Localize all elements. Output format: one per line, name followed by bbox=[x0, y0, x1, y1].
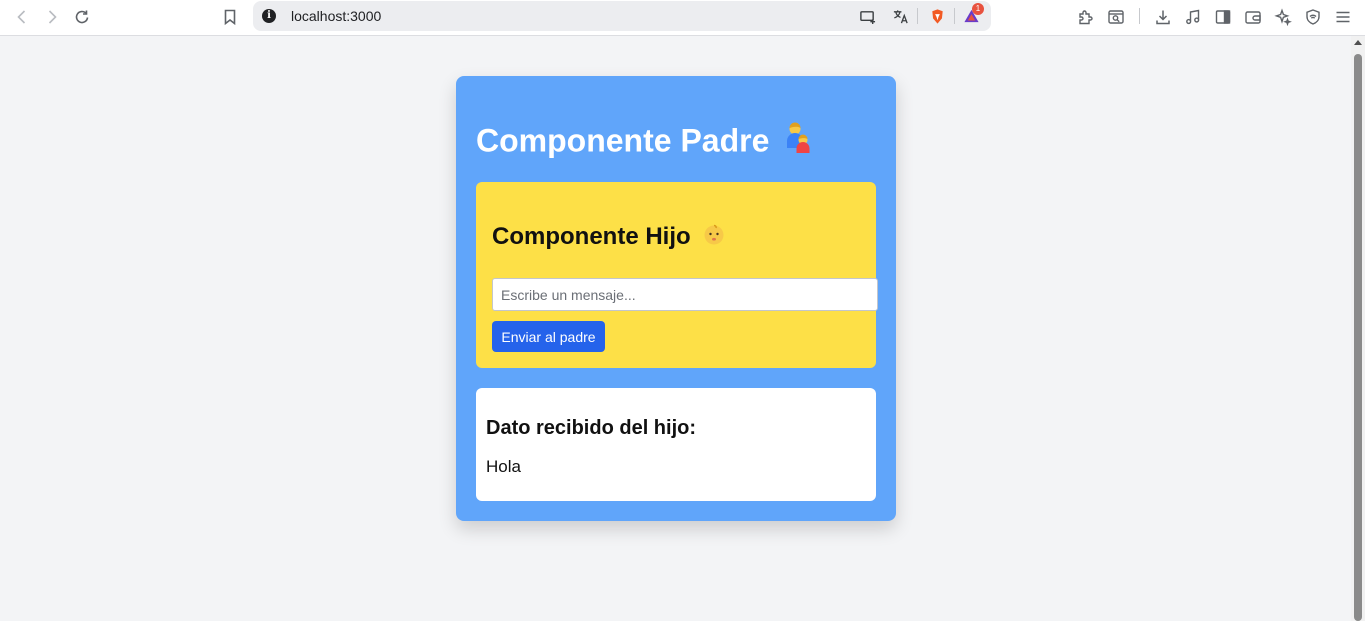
page-scrollbar[interactable] bbox=[1351, 36, 1365, 621]
received-data-panel: Dato recibido del hijo: Hola bbox=[476, 388, 876, 501]
wallet-icon[interactable] bbox=[1239, 3, 1267, 31]
leo-ai-icon[interactable] bbox=[1269, 3, 1297, 31]
sidebar-icon[interactable] bbox=[1209, 3, 1237, 31]
extensions-icon[interactable] bbox=[1072, 3, 1100, 31]
baby-emoji-icon bbox=[703, 222, 725, 253]
bookmark-icon[interactable] bbox=[216, 3, 244, 31]
tab-search-icon[interactable] bbox=[1102, 3, 1130, 31]
child-heading: Componente Hijo bbox=[492, 222, 725, 253]
site-info-icon[interactable]: i bbox=[262, 9, 276, 23]
received-data-value: Hola bbox=[486, 457, 521, 476]
family-emoji-icon bbox=[784, 122, 812, 164]
translate-icon[interactable] bbox=[889, 5, 911, 27]
url-text[interactable]: localhost:3000 bbox=[291, 8, 381, 24]
cast-icon[interactable] bbox=[856, 5, 878, 27]
forward-icon[interactable] bbox=[38, 3, 66, 31]
scroll-up-arrow-icon[interactable] bbox=[1354, 40, 1362, 45]
brave-rewards-icon[interactable]: 1 bbox=[960, 3, 984, 27]
vpn-icon[interactable] bbox=[1299, 3, 1327, 31]
child-title-text: Componente Hijo bbox=[492, 222, 691, 250]
media-icon[interactable] bbox=[1179, 3, 1207, 31]
back-icon[interactable] bbox=[8, 3, 36, 31]
notification-badge: 1 bbox=[972, 3, 984, 15]
brave-shields-icon[interactable] bbox=[926, 5, 948, 27]
message-input[interactable] bbox=[492, 278, 878, 311]
reload-icon[interactable] bbox=[68, 3, 96, 31]
parent-component: Componente Padre Componente Hijo Escribe… bbox=[456, 76, 896, 521]
send-to-parent-button[interactable]: Enviar al padre bbox=[492, 321, 605, 352]
browser-toolbar: i localhost:3000 1 bbox=[0, 0, 1365, 36]
parent-title-text: Componente Padre bbox=[476, 122, 770, 159]
menu-icon[interactable] bbox=[1329, 3, 1357, 31]
downloads-icon[interactable] bbox=[1149, 3, 1177, 31]
child-component: Componente Hijo Enviar al padre bbox=[476, 182, 878, 368]
scroll-thumb[interactable] bbox=[1354, 54, 1362, 621]
address-bar[interactable]: i localhost:3000 1 bbox=[253, 1, 991, 31]
received-data-heading: Dato recibido del hijo: bbox=[486, 417, 697, 439]
parent-heading: Componente Padre bbox=[476, 122, 812, 164]
